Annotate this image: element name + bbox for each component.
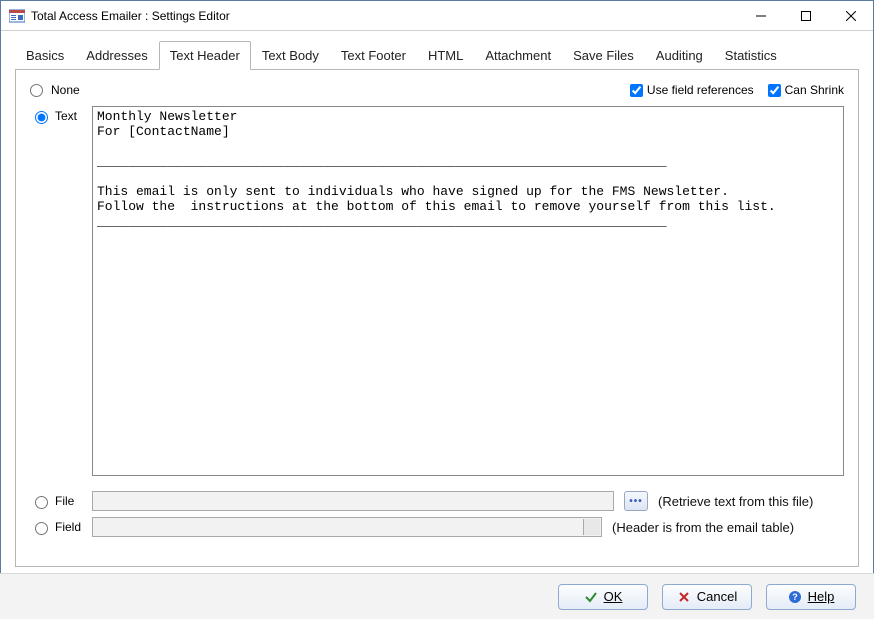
tab-html[interactable]: HTML [417, 41, 474, 69]
help-button-label: Help [808, 589, 835, 604]
svg-text:?: ? [792, 592, 798, 602]
minimize-button[interactable] [738, 1, 783, 31]
checkbox-can-shrink-label: Can Shrink [785, 83, 844, 97]
browse-file-button[interactable]: ••• [624, 491, 648, 511]
tab-save-files[interactable]: Save Files [562, 41, 645, 69]
radio-text-label: Text [55, 109, 77, 123]
text-header-textarea[interactable] [92, 106, 844, 476]
radio-field-label: Field [55, 520, 81, 534]
check-icon [584, 590, 598, 604]
tab-attachment[interactable]: Attachment [474, 41, 562, 69]
app-icon [9, 8, 25, 24]
checkbox-can-shrink[interactable]: Can Shrink [768, 83, 844, 97]
tab-statistics[interactable]: Statistics [714, 41, 788, 69]
tab-panel: None Use field references Can Shrink Tex… [15, 69, 859, 567]
chevron-down-icon [589, 523, 597, 531]
maximize-button[interactable] [783, 1, 828, 31]
file-path-input[interactable] [92, 491, 614, 511]
checkbox-use-field-refs[interactable]: Use field references [630, 83, 754, 97]
title-bar: Total Access Emailer : Settings Editor [1, 1, 873, 31]
radio-file-input[interactable] [35, 496, 48, 509]
radio-none-label: None [51, 83, 80, 97]
field-desc-label: (Header is from the email table) [612, 520, 794, 535]
checkbox-use-field-refs-label: Use field references [647, 83, 754, 97]
tab-basics[interactable]: Basics [15, 41, 75, 69]
radio-file[interactable]: File [30, 493, 82, 509]
file-desc-label: (Retrieve text from this file) [658, 494, 813, 509]
tab-text-footer[interactable]: Text Footer [330, 41, 417, 69]
ok-button[interactable]: OK [558, 584, 648, 610]
ok-button-label: OK [604, 589, 623, 604]
tab-bar: Basics Addresses Text Header Text Body T… [15, 41, 859, 69]
radio-file-label: File [55, 494, 74, 508]
field-select[interactable] [92, 517, 602, 537]
radio-text-input[interactable] [35, 111, 48, 124]
checkbox-use-field-refs-input[interactable] [630, 84, 643, 97]
close-button[interactable] [828, 1, 873, 31]
tab-text-body[interactable]: Text Body [251, 41, 330, 69]
dialog-footer: OK Cancel ? Help [0, 573, 874, 619]
help-button[interactable]: ? Help [766, 584, 856, 610]
radio-field-input[interactable] [35, 522, 48, 535]
window-title: Total Access Emailer : Settings Editor [31, 9, 230, 23]
radio-none[interactable]: None [30, 83, 80, 97]
checkbox-can-shrink-input[interactable] [768, 84, 781, 97]
radio-none-input[interactable] [30, 84, 43, 97]
close-icon [677, 590, 691, 604]
tab-addresses[interactable]: Addresses [75, 41, 158, 69]
radio-text[interactable]: Text [30, 106, 82, 124]
help-icon: ? [788, 590, 802, 604]
cancel-button[interactable]: Cancel [662, 584, 752, 610]
cancel-button-label: Cancel [697, 589, 737, 604]
tab-auditing[interactable]: Auditing [645, 41, 714, 69]
tab-text-header[interactable]: Text Header [159, 41, 251, 70]
radio-field[interactable]: Field [30, 519, 82, 535]
